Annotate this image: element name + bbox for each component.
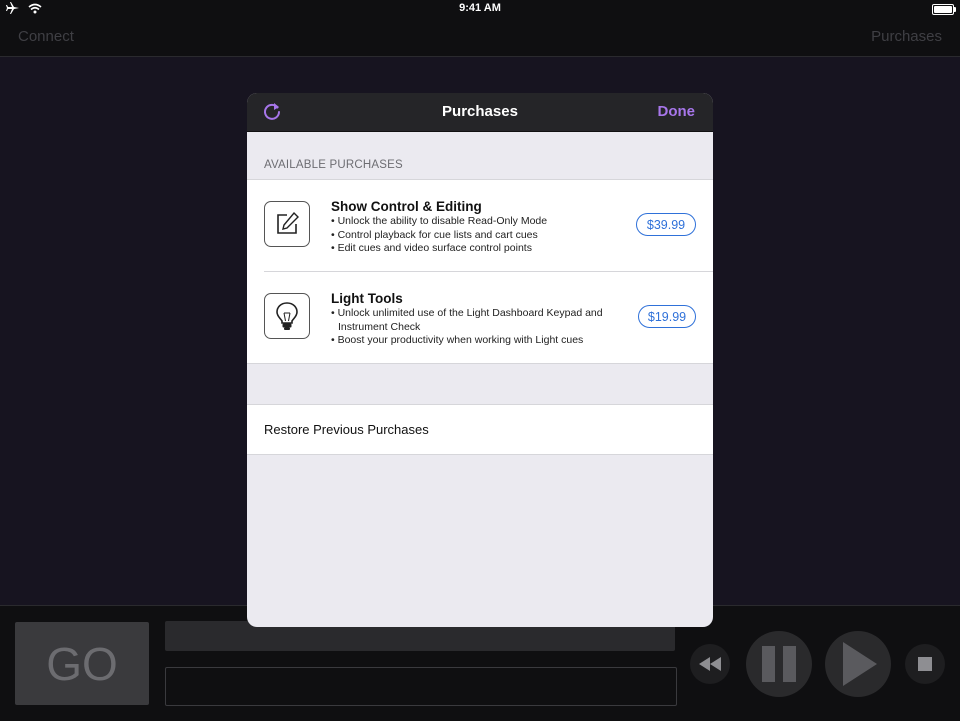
go-button[interactable]: GO: [15, 622, 149, 705]
modal-title: Purchases: [442, 103, 518, 120]
item-title: Light Tools: [331, 291, 403, 306]
pause-icon: [762, 646, 796, 682]
status-bar: 9:41 AM: [0, 0, 960, 18]
price-button-show-control[interactable]: $39.99: [636, 213, 696, 236]
item-bullet: • Unlock unlimited use of the Light Dash…: [331, 307, 603, 319]
edit-icon: [264, 201, 310, 247]
stop-icon: [918, 657, 932, 671]
price-button-light-tools[interactable]: $19.99: [638, 305, 696, 328]
status-time: 9:41 AM: [459, 2, 501, 14]
connect-button[interactable]: Connect: [18, 28, 74, 45]
stop-button[interactable]: [905, 644, 945, 684]
play-button[interactable]: [825, 631, 891, 697]
item-description: • Unlock unlimited use of the Light Dash…: [331, 307, 631, 348]
restore-label: Restore Previous Purchases: [264, 422, 429, 437]
purchase-item-light-tools[interactable]: Light Tools • Unlock unlimited use of th…: [247, 272, 713, 363]
done-button[interactable]: Done: [658, 103, 696, 120]
item-bullet: • Unlock the ability to disable Read-Onl…: [331, 215, 548, 227]
lightbulb-icon: [264, 293, 310, 339]
purchase-list: Show Control & Editing • Unlock the abil…: [247, 179, 713, 364]
purchases-modal: Purchases Done AVAILABLE PURCHASES Show …: [247, 93, 713, 627]
play-icon: [843, 642, 877, 686]
item-bullet: • Control playback for cue lists and car…: [331, 228, 538, 241]
section-header: AVAILABLE PURCHASES: [264, 159, 403, 171]
item-description: • Unlock the ability to disable Read-Onl…: [331, 215, 631, 256]
restore-purchases-button[interactable]: Restore Previous Purchases: [247, 404, 713, 455]
nav-bar: Connect Purchases: [0, 18, 960, 57]
pause-button[interactable]: [746, 631, 812, 697]
item-title: Show Control & Editing: [331, 199, 482, 214]
purchases-button[interactable]: Purchases: [871, 28, 942, 45]
item-bullet: • Edit cues and video surface control po…: [331, 242, 532, 254]
modal-header: Purchases Done: [247, 93, 713, 132]
rewind-button[interactable]: [690, 644, 730, 684]
battery-icon: [932, 4, 956, 15]
purchase-item-show-control[interactable]: Show Control & Editing • Unlock the abil…: [247, 180, 713, 272]
item-bullet: Instrument Check: [338, 320, 421, 333]
rewind-icon: [699, 657, 721, 671]
next-cue-field: [165, 667, 677, 706]
item-bullet: • Boost your productivity when working w…: [331, 334, 584, 346]
